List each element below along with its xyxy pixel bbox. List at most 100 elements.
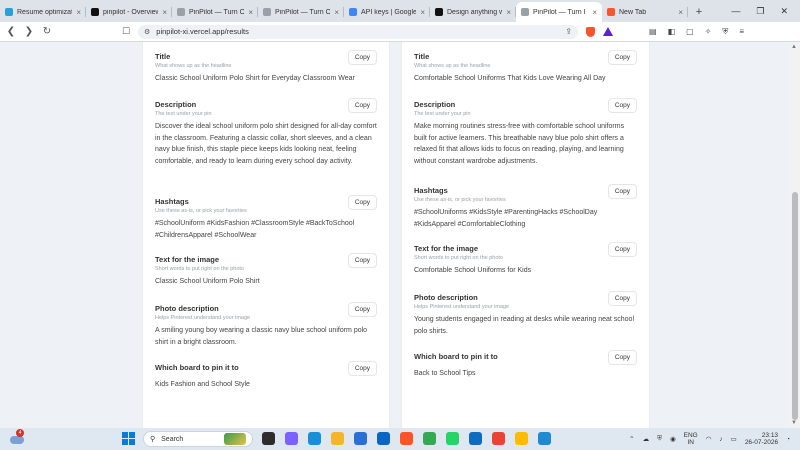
copy-button[interactable]: Copy [347, 195, 377, 210]
security-icon[interactable]: ⛨ [657, 435, 662, 443]
share-icon[interactable]: ⇪ [565, 27, 572, 36]
copy-button[interactable]: Copy [347, 98, 377, 113]
taskbar-search[interactable]: ⚲ Search [143, 431, 253, 447]
hp-icon[interactable] [377, 432, 390, 445]
browser-tab[interactable]: Resume optimizatio × [0, 2, 86, 22]
browser-tab[interactable]: PinPilot — Turn I × [516, 2, 602, 22]
tab-close-icon[interactable]: × [592, 8, 597, 17]
field-subtitle: Helps Pinterest understand your image [414, 304, 510, 310]
copy-button[interactable]: Copy [607, 184, 637, 199]
brave-rewards-icon[interactable] [603, 27, 613, 36]
tab-title: New Tab [619, 8, 647, 16]
new-tab-button[interactable]: + [692, 5, 706, 19]
tab-close-icon[interactable]: × [506, 8, 511, 17]
browser-tab[interactable]: API keys | Google AI× [344, 2, 430, 22]
tab-close-icon[interactable]: × [334, 8, 339, 17]
result-card-1: Title What shows up as the headline Classi… [143, 42, 389, 428]
sidebar-icon[interactable]: ◧ [668, 27, 676, 37]
whatsapp-icon[interactable] [446, 432, 459, 445]
page-scrollbar[interactable]: ▲ ▼ [790, 42, 800, 428]
taskbar: 4 ⚲ Search ⌃ ☁ ⛨ ◉ ENG IN ◠ ♪ ▭ 23:13 26… [0, 428, 800, 450]
minimize-icon[interactable]: — [731, 6, 740, 16]
copy-button[interactable]: Copy [347, 302, 377, 317]
edge-icon[interactable] [308, 432, 321, 445]
field-label: Description [155, 100, 197, 109]
taskbar-apps [262, 432, 551, 445]
leo-icon[interactable]: ✧ [705, 27, 712, 37]
lang-text: ENG [683, 432, 698, 439]
brave-shield-icon[interactable] [586, 26, 595, 37]
copilot-icon[interactable] [285, 432, 298, 445]
address-bar[interactable]: ⚙ pinpilot-xi.vercel.app/results ⇪ [138, 24, 578, 39]
tab-close-icon[interactable]: × [162, 8, 167, 17]
field-label: Photo description [414, 293, 478, 302]
result-field: Text for the image Short words to put rig… [155, 253, 377, 288]
field-subtitle: Use these as-is, or pick your favorites [414, 197, 506, 203]
browser-tab[interactable]: PinPilot — Turn One× [258, 2, 344, 22]
field-value: Kids Fashion and School Style [155, 381, 250, 388]
tab-close-icon[interactable]: × [248, 8, 253, 17]
browser-tab[interactable]: New Tab × [602, 2, 688, 22]
store-icon[interactable] [354, 432, 367, 445]
maximize-icon[interactable]: ❐ [756, 6, 764, 17]
file-explorer-icon[interactable] [331, 432, 344, 445]
copy-button[interactable]: Copy [347, 361, 377, 376]
field-value: Comfortable School Uniforms That Kids Lo… [414, 75, 606, 82]
chrome-icon[interactable] [423, 432, 436, 445]
browser-tab[interactable]: PinPilot — Turn One× [172, 2, 258, 22]
copy-button[interactable]: Copy [607, 242, 637, 257]
copy-button[interactable]: Copy [607, 50, 637, 65]
vscode-icon[interactable] [538, 432, 551, 445]
region-text: IN [687, 439, 694, 446]
wifi-icon[interactable]: ◠ [706, 435, 712, 443]
outlook-icon[interactable] [469, 432, 482, 445]
brave-icon[interactable] [400, 432, 413, 445]
field-label: Description [414, 100, 456, 109]
close-window-icon[interactable]: ✕ [780, 6, 788, 17]
result-card-2: Title What shows up as the headline Comfor… [402, 42, 649, 428]
language-indicator[interactable]: ENG IN [684, 432, 698, 446]
task-view-icon[interactable] [262, 432, 275, 445]
tray-overflow-icon[interactable]: ⌃ [629, 435, 634, 443]
result-field: Description The text under your pin Discov… [155, 98, 377, 167]
result-field: Which board to pin it to Kids Fashion and… [155, 361, 377, 391]
wallet-icon[interactable]: ▢ [686, 27, 694, 37]
onedrive-icon[interactable]: ☁ [643, 435, 650, 443]
notification-icon[interactable]: ◔ [786, 436, 790, 443]
copy-button[interactable]: Copy [347, 253, 377, 268]
app-tray-icon[interactable]: ◉ [670, 435, 676, 443]
copy-button[interactable]: Copy [607, 98, 637, 113]
volume-icon[interactable]: ♪ [719, 436, 722, 443]
menu-icon[interactable]: ≡ [739, 27, 744, 37]
scrollbar-thumb[interactable] [792, 192, 798, 420]
reader-icon[interactable]: ▤ [649, 27, 657, 37]
field-label: Title [414, 52, 430, 61]
vpn-icon[interactable]: ⛨ [722, 27, 728, 37]
copy-button[interactable]: Copy [607, 350, 637, 365]
scroll-down-icon[interactable]: ▼ [791, 420, 797, 426]
chrome-profile-2-icon[interactable] [515, 432, 528, 445]
browser-tab[interactable]: pinpilot - Overview -× [86, 2, 172, 22]
bookmark-icon[interactable]: ☐ [122, 26, 132, 37]
weather-widget[interactable]: 4 [10, 429, 26, 447]
field-value: Comfortable School Uniforms for Kids [414, 267, 532, 274]
back-icon[interactable]: ❮ [4, 25, 18, 39]
chrome-profile-icon[interactable] [492, 432, 505, 445]
copy-button[interactable]: Copy [607, 291, 637, 306]
field-value: Back to School Tips [414, 370, 476, 377]
site-settings-icon[interactable]: ⚙ [144, 28, 150, 36]
tab-favicon-icon [349, 8, 357, 16]
tab-title: pinpilot - Overview - [103, 8, 159, 16]
field-label: Text for the image [155, 255, 220, 264]
browser-tab[interactable]: Design anything with× [430, 2, 516, 22]
forward-icon[interactable]: ❯ [22, 25, 36, 39]
start-button[interactable] [122, 432, 135, 445]
copy-button[interactable]: Copy [347, 50, 377, 65]
reload-icon[interactable]: ↻ [40, 25, 54, 39]
battery-icon[interactable]: ▭ [731, 435, 737, 443]
tab-close-icon[interactable]: × [678, 8, 683, 17]
scroll-up-icon[interactable]: ▲ [791, 44, 797, 50]
tab-close-icon[interactable]: × [76, 8, 81, 17]
clock[interactable]: 23:13 26-07-2026 [745, 432, 778, 447]
tab-close-icon[interactable]: × [420, 8, 425, 17]
